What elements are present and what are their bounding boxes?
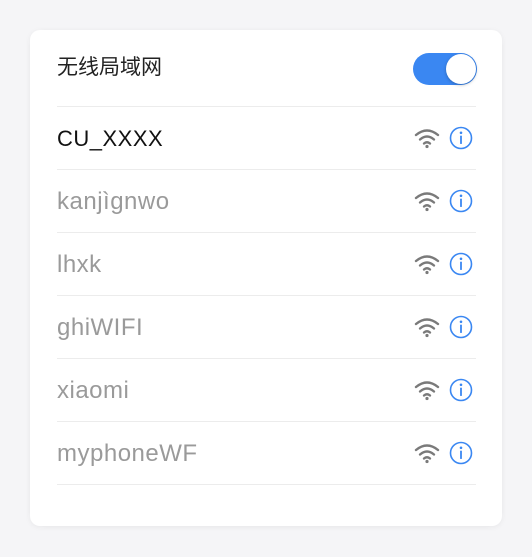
network-name: xiaomi — [57, 377, 130, 404]
info-icon[interactable] — [449, 378, 473, 402]
network-name: lhxk — [57, 251, 102, 278]
network-row-lhxk[interactable]: lhxk — [30, 233, 502, 296]
wifi-icon — [414, 381, 440, 401]
info-icon[interactable] — [449, 252, 473, 276]
wifi-icon — [414, 192, 440, 212]
info-icon[interactable] — [449, 189, 473, 213]
network-name: CU_XXXX — [57, 126, 164, 151]
wifi-icon — [414, 129, 440, 149]
info-icon[interactable] — [449, 315, 473, 339]
info-icon[interactable] — [449, 126, 473, 150]
network-row-xiaomi[interactable]: xiaomi — [30, 359, 502, 422]
wlan-settings-card: 无线局域网 CU_XXXX kanjìgnwo lhxk ghiWIFI xia… — [30, 30, 502, 526]
network-name: ghiWIFI — [57, 314, 144, 341]
info-icon[interactable] — [449, 441, 473, 465]
wifi-icon — [414, 255, 440, 275]
wifi-icon — [414, 318, 440, 338]
network-row-myphonewf[interactable]: myphoneWF — [30, 422, 502, 485]
network-row-kanjignwo[interactable]: kanjìgnwo — [30, 170, 502, 233]
network-row-ghiwifi[interactable]: ghiWIFI — [30, 296, 502, 359]
network-name: myphoneWF — [57, 440, 198, 467]
wifi-icon — [414, 444, 440, 464]
wlan-toggle[interactable] — [413, 53, 477, 85]
divider — [57, 484, 476, 485]
toggle-knob — [446, 54, 476, 84]
network-name: kanjìgnwo — [57, 188, 170, 215]
network-row-cu-xxxx[interactable]: CU_XXXX — [30, 107, 502, 170]
wlan-title: 无线局域网 — [57, 56, 162, 79]
wlan-header-row: 无线局域网 — [30, 30, 502, 106]
